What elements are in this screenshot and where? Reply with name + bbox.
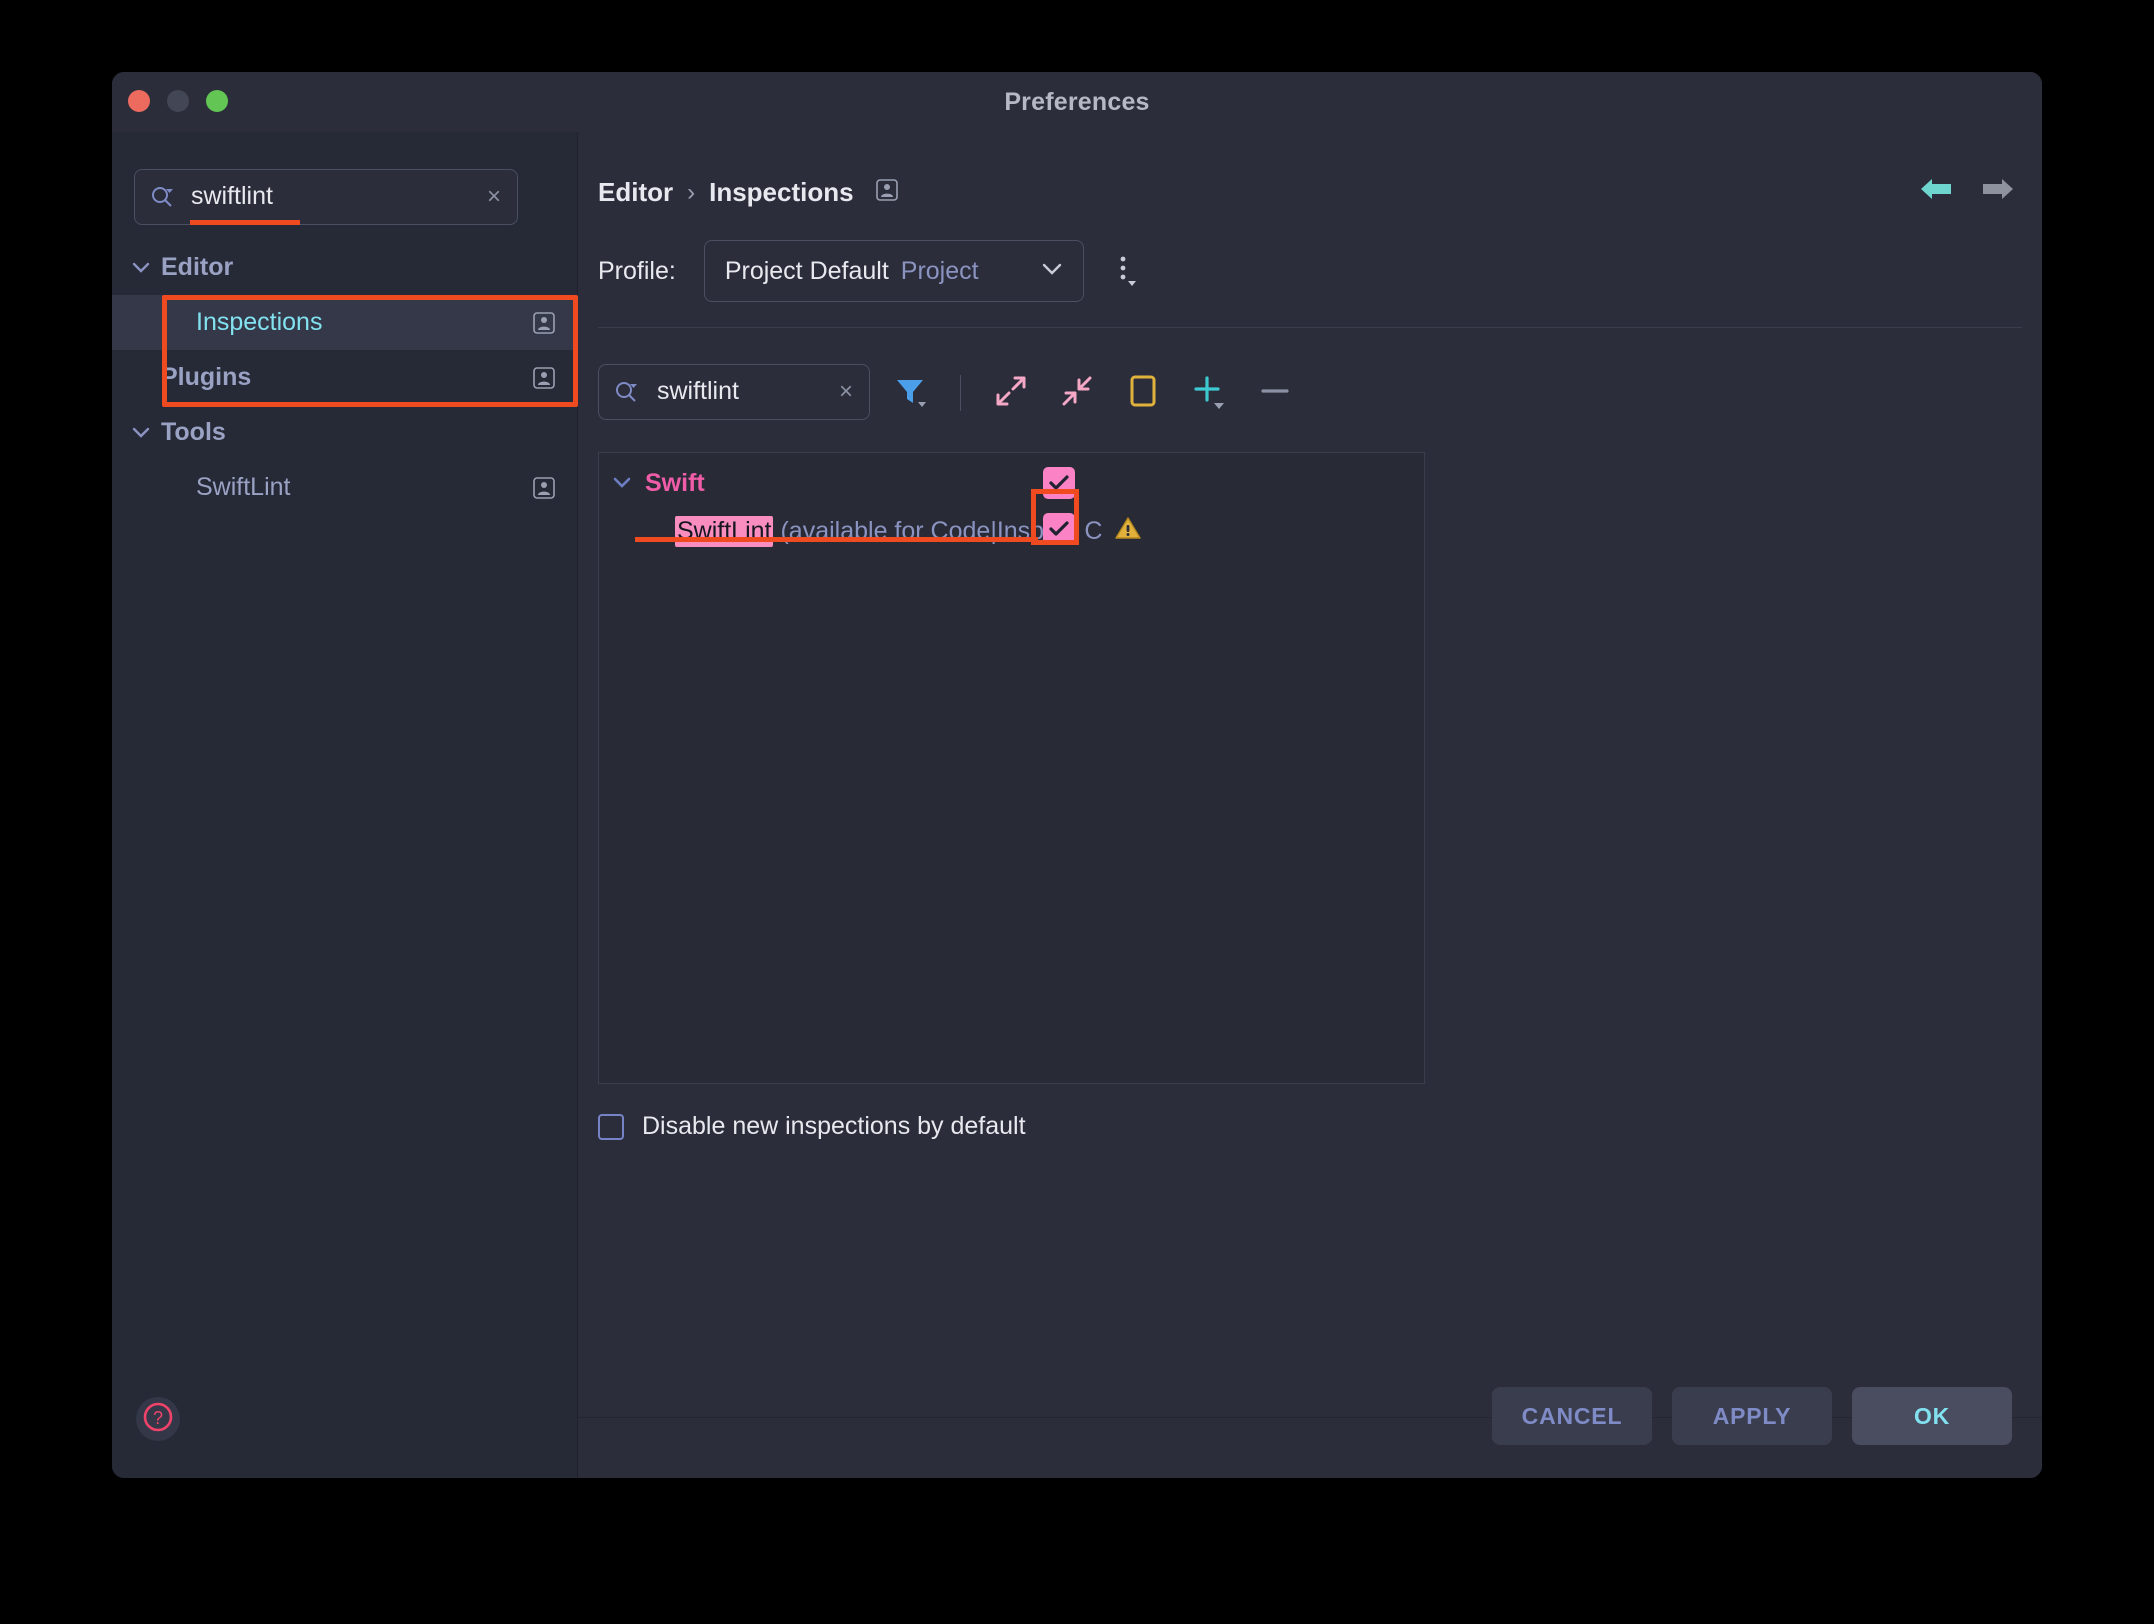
sidebar-item-label: SwiftLint xyxy=(196,473,291,501)
search-icon xyxy=(613,379,639,410)
sidebar-item-plugins[interactable]: Plugins xyxy=(112,350,577,405)
question-circle-icon: ? xyxy=(141,1400,175,1439)
kebab-menu-icon xyxy=(1110,256,1142,297)
sidebar-item-swiftlint[interactable]: SwiftLint xyxy=(112,460,577,515)
inspection-item-swiftlint[interactable]: SwiftLint (available for Code|Inspect C xyxy=(599,505,1424,557)
sidebar-search-value: swiftlint xyxy=(191,182,273,210)
preferences-dialog: Preferences swiftlint × Editor Inspectio… xyxy=(112,72,2042,1478)
filter-button[interactable] xyxy=(888,371,932,415)
divider xyxy=(598,327,2022,328)
arrow-left-icon[interactable] xyxy=(1918,176,1954,207)
checkbox-box[interactable] xyxy=(598,1113,624,1140)
swiftlint-row-underline-annotation xyxy=(635,537,1038,542)
expand-all-icon xyxy=(994,374,1028,413)
filter-icon xyxy=(892,373,928,414)
chevron-down-icon[interactable] xyxy=(613,475,631,494)
project-scope-icon xyxy=(533,312,555,339)
ok-button[interactable]: OK xyxy=(1852,1387,2012,1445)
settings-tree: Editor Inspections Plugins Tools SwiftLi… xyxy=(112,240,577,515)
project-scope-icon xyxy=(875,177,898,208)
profile-scope: Project xyxy=(900,256,979,285)
sidebar-item-label: Editor xyxy=(161,253,234,281)
settings-content: Editor › Inspections Profile: Project De… xyxy=(578,132,2042,1478)
breadcrumb-leaf: Inspections xyxy=(709,177,854,207)
breadcrumb-separator: › xyxy=(687,178,696,206)
inspection-search-field[interactable]: swiftlint × xyxy=(598,364,870,420)
sidebar-item-tools[interactable]: Tools xyxy=(112,405,577,460)
clear-icon[interactable]: × xyxy=(839,378,853,406)
remove-icon xyxy=(1258,374,1292,413)
sidebar-item-inspections[interactable]: Inspections xyxy=(112,295,577,350)
clear-icon[interactable]: × xyxy=(487,184,501,210)
cancel-button[interactable]: CANCEL xyxy=(1492,1387,1652,1445)
inspection-search-value: swiftlint xyxy=(657,377,739,405)
collapse-all-icon xyxy=(1060,374,1094,413)
profile-name: Project Default xyxy=(724,256,889,285)
group-by-severity-button[interactable] xyxy=(1121,371,1165,415)
inspection-group-swift[interactable]: Swift xyxy=(599,461,1424,505)
screen: Preferences swiftlint × Editor Inspectio… xyxy=(0,0,2154,1624)
arrow-right-icon[interactable] xyxy=(1980,176,2016,207)
chevron-down-icon[interactable] xyxy=(132,425,150,444)
remove-button[interactable] xyxy=(1253,371,1297,415)
add-button[interactable] xyxy=(1187,371,1231,415)
help-button[interactable]: ? xyxy=(136,1397,180,1441)
sidebar-item-editor[interactable]: Editor xyxy=(112,240,577,295)
sidebar-item-label: Inspections xyxy=(196,308,323,336)
profile-select[interactable]: Project Default Project xyxy=(703,240,1084,302)
dialog-buttons: CANCEL APPLY OK xyxy=(1492,1387,2012,1445)
collapse-all-button[interactable] xyxy=(1055,371,1099,415)
swiftlint-checkbox-box-annotation xyxy=(1031,489,1079,545)
inspections-list-panel[interactable]: Swift SwiftLint (available for Code|Insp… xyxy=(598,452,1425,1084)
breadcrumb: Editor › Inspections xyxy=(598,177,898,208)
profile-label: Profile: xyxy=(598,256,676,285)
add-icon xyxy=(1190,372,1228,415)
navigation-arrows[interactable] xyxy=(1918,176,2016,207)
sidebar-search-underline-annotation xyxy=(190,220,300,225)
profile-menu-button[interactable] xyxy=(1110,251,1142,291)
profile-row: Profile: Project Default Project xyxy=(598,240,1142,302)
inspection-toolbar xyxy=(888,370,1297,416)
project-scope-icon xyxy=(533,477,555,504)
breadcrumb-root[interactable]: Editor xyxy=(598,177,673,208)
inspection-group-label: Swift xyxy=(645,468,705,497)
chevron-down-icon[interactable] xyxy=(132,260,150,279)
settings-sidebar: swiftlint × Editor Inspections Plugins T… xyxy=(112,132,578,1478)
disable-new-inspections-checkbox[interactable]: Disable new inspections by default xyxy=(598,1112,1026,1141)
window-title: Preferences xyxy=(1004,88,1150,116)
project-scope-icon xyxy=(533,367,555,394)
toolbar-separator xyxy=(960,375,961,411)
sidebar-search-field[interactable]: swiftlint × xyxy=(134,169,518,225)
title-bar: Preferences xyxy=(112,72,2042,133)
group-by-icon xyxy=(1128,373,1158,414)
expand-all-button[interactable] xyxy=(989,371,1033,415)
chevron-down-icon[interactable] xyxy=(1041,261,1063,282)
sidebar-item-label: Plugins xyxy=(161,363,252,391)
apply-button[interactable]: APPLY xyxy=(1672,1387,1832,1445)
checkbox-label: Disable new inspections by default xyxy=(642,1112,1026,1140)
sidebar-item-label: Tools xyxy=(161,418,226,446)
warning-triangle-icon xyxy=(1114,515,1142,548)
svg-text:?: ? xyxy=(153,1408,163,1428)
search-icon xyxy=(149,184,175,215)
